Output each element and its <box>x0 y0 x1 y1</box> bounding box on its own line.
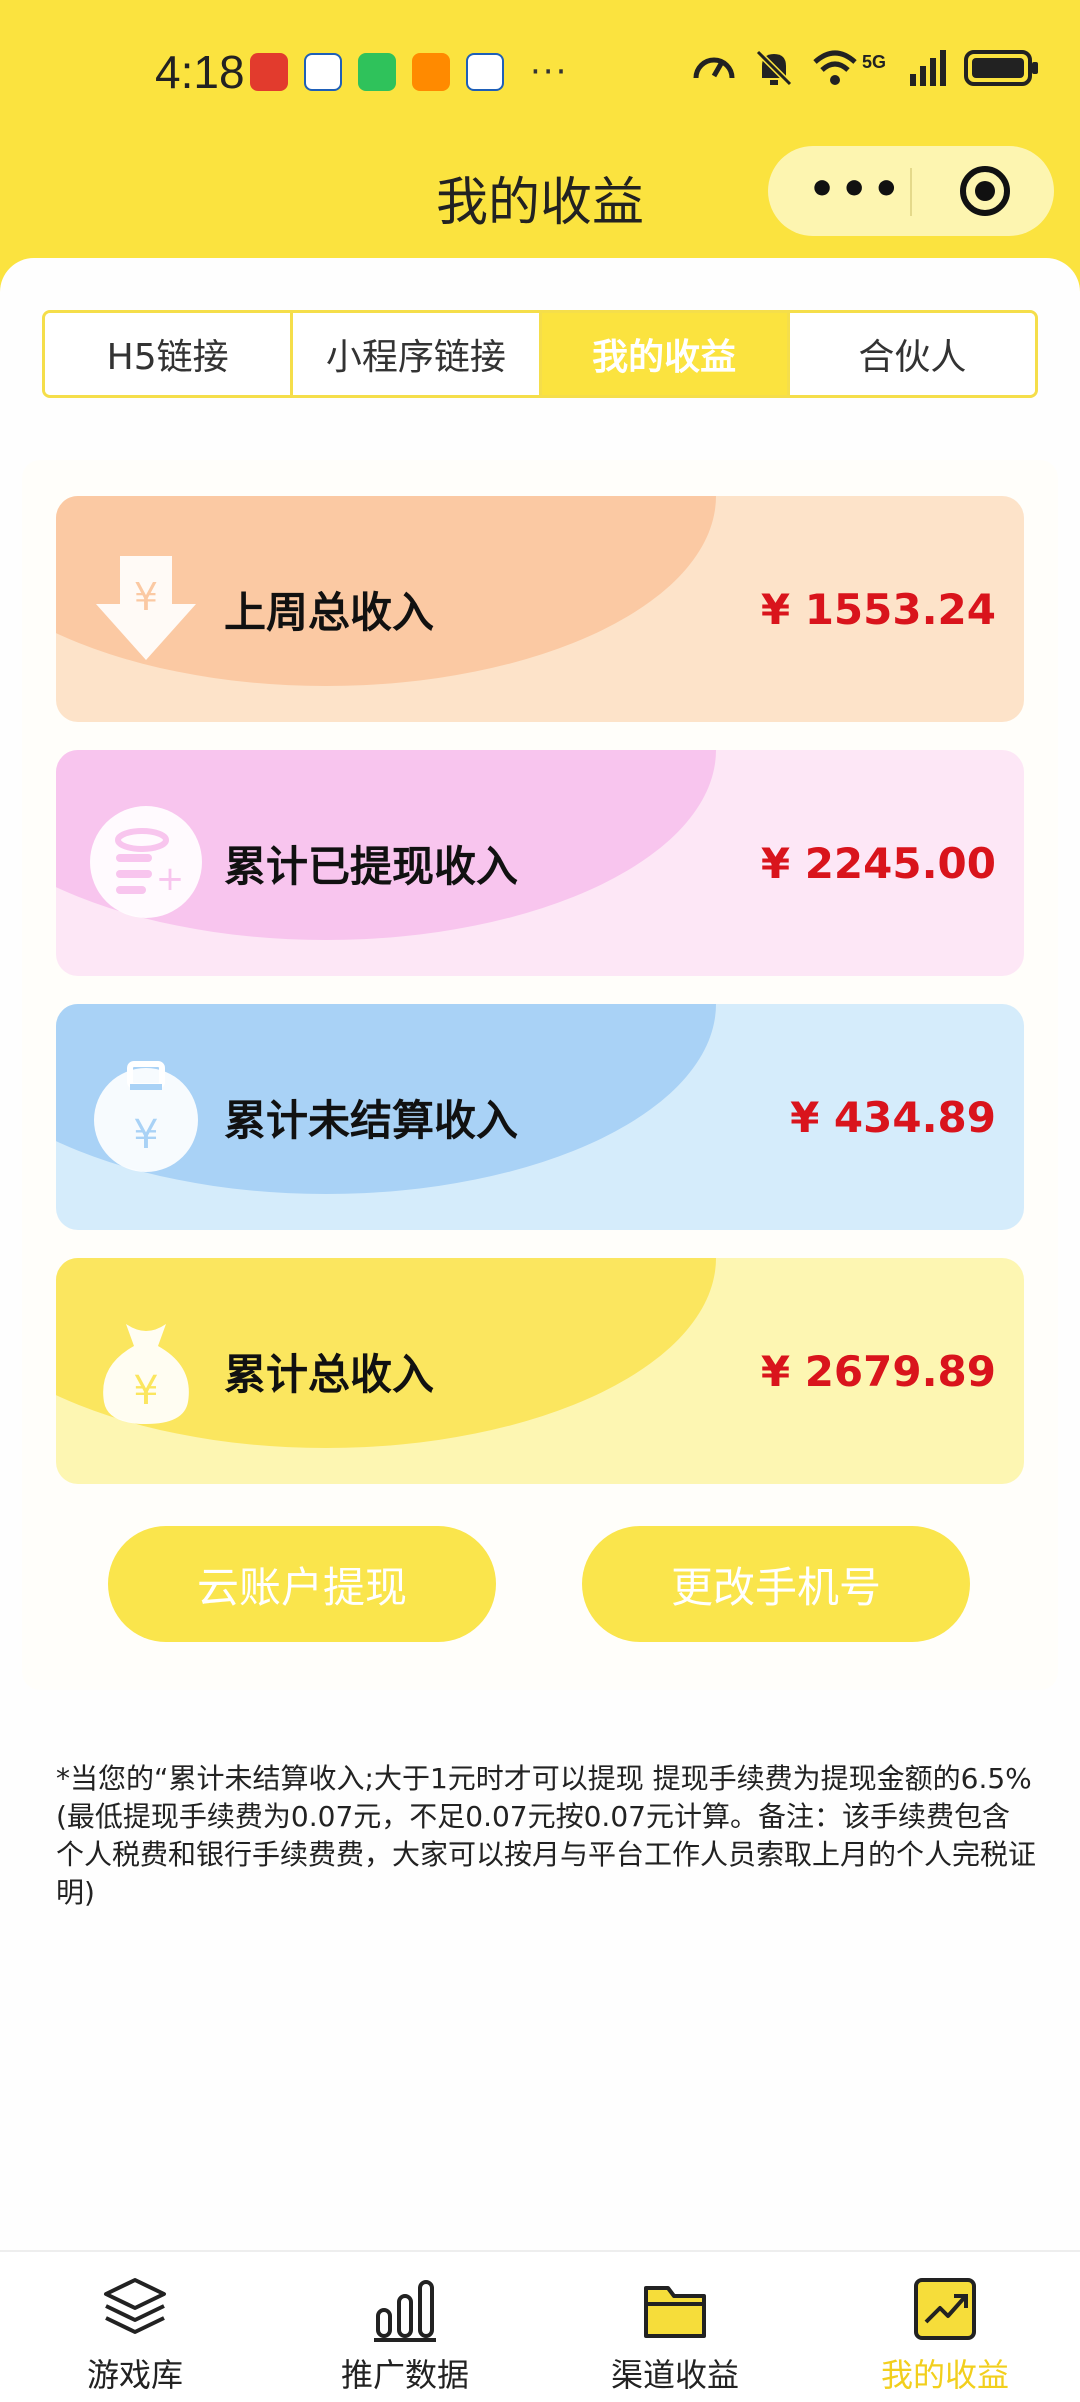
income-card-withdrawn: + 累计已提现收入 ¥ 2245.00 <box>56 750 1024 976</box>
nav-label: 我的收益 <box>880 2356 1009 2394</box>
battery-icon <box>964 50 1038 86</box>
folder-icon <box>644 2286 706 2338</box>
huawei-app-icon <box>250 53 288 91</box>
coins-icon: + <box>90 806 202 918</box>
income-card-total: ¥ 累计总收入 ¥ 2679.89 <box>56 1258 1024 1484</box>
trend-chart-icon <box>914 2278 976 2340</box>
income-label: 累计总收入 <box>224 1349 435 1399</box>
svg-text:+: + <box>156 859 185 899</box>
more-menu-button[interactable]: ••• <box>808 164 904 215</box>
nav-item-game-library[interactable]: 游戏库 <box>0 2252 270 2402</box>
layers-icon <box>104 2278 166 2334</box>
money-bag-icon: ¥ <box>103 1324 189 1424</box>
network-type: 5G <box>862 52 887 72</box>
nav-label: 游戏库 <box>86 2356 183 2394</box>
income-amount: ¥ 2679.89 <box>760 1346 996 1396</box>
income-amount: ¥ 434.89 <box>790 1092 996 1142</box>
income-amount: ¥ 2245.00 <box>760 838 996 888</box>
income-label: 累计未结算收入 <box>224 1095 519 1145</box>
speed-icon <box>693 57 735 79</box>
tab-bar: H5链接 小程序链接 我的收益 合伙人 <box>42 310 1038 398</box>
close-target-icon[interactable] <box>960 166 1010 216</box>
status-bar: 4:18 ··· 5G <box>0 0 1080 150</box>
svg-text:¥: ¥ <box>133 1112 158 1158</box>
app-notification-icon <box>412 53 450 91</box>
mute-icon <box>755 49 793 87</box>
tab-partner[interactable]: 合伙人 <box>789 313 1035 395</box>
more-notifications-icon: ··· <box>530 52 569 92</box>
nav-item-promo-data[interactable]: 推广数据 <box>270 2252 540 2402</box>
income-label: 累计已提现收入 <box>224 841 519 891</box>
nav-item-my-earnings[interactable]: 我的收益 <box>810 2252 1080 2402</box>
shield-app-icon <box>358 53 396 91</box>
app-notification-icon <box>466 53 504 91</box>
income-card-unsettled: ¥ 累计未结算收入 ¥ 434.89 <box>56 1004 1024 1230</box>
status-time: 4:18 <box>155 46 245 98</box>
fee-note: *当您的“累计未结算收入;大于1元时才可以提现 提现手续费为提现金额的6.5%(… <box>56 1762 1037 1909</box>
income-card-last-week: ¥ 上周总收入 ¥ 1553.24 <box>56 496 1024 722</box>
nav-label: 推广数据 <box>340 2356 469 2394</box>
download-yen-icon: ¥ <box>96 556 196 660</box>
signal-icon <box>910 50 946 86</box>
change-phone-button[interactable]: 更改手机号 <box>582 1526 970 1642</box>
withdraw-button[interactable]: 云账户提现 <box>108 1526 496 1642</box>
svg-text:¥: ¥ <box>133 1368 158 1414</box>
mini-program-capsule: ••• <box>768 146 1054 236</box>
bar-chart-icon <box>374 2280 436 2342</box>
nav-label: 渠道收益 <box>610 2356 739 2394</box>
tab-my-earnings[interactable]: 我的收益 <box>541 313 790 395</box>
notification-icons: ··· <box>250 52 568 92</box>
income-amount: ¥ 1553.24 <box>760 584 996 634</box>
bottom-nav: 游戏库 推广数据 渠道收益 我的收益 <box>0 2250 1080 2402</box>
nav-item-channel-earnings[interactable]: 渠道收益 <box>540 2252 810 2402</box>
capsule-divider <box>910 168 912 216</box>
tab-mini-program-link[interactable]: 小程序链接 <box>293 313 542 395</box>
svg-text:¥: ¥ <box>134 575 158 619</box>
tab-h5-link[interactable]: H5链接 <box>45 313 294 395</box>
income-label: 上周总收入 <box>224 587 435 637</box>
app-notification-icon <box>304 53 342 91</box>
yen-bag-icon: ¥ <box>94 1061 198 1172</box>
wifi-icon <box>813 50 857 85</box>
